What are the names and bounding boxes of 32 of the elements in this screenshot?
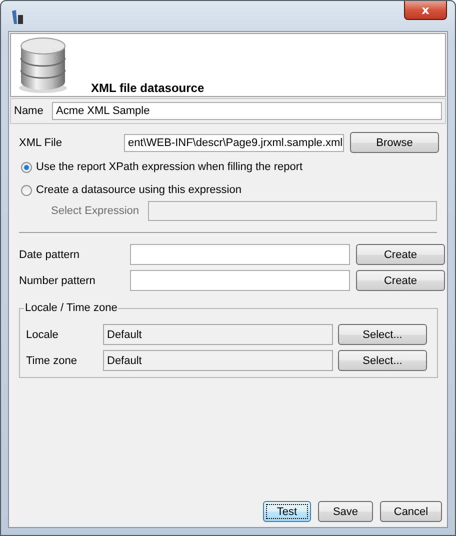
- dialog-heading: XML file datasource: [91, 81, 204, 95]
- radio-option[interactable]: Use the report XPath expression when filling the report: [21, 161, 437, 173]
- select-expression-label: Select Expression: [50, 205, 140, 217]
- close-button[interactable]: x: [404, 1, 447, 20]
- group-title: Locale / Time zone: [24, 302, 118, 314]
- pattern-label: Date pattern: [19, 248, 81, 260]
- app-icon: [10, 9, 24, 25]
- locale-value-field: Default: [103, 350, 333, 371]
- name-field[interactable]: Acme XML Sample: [52, 102, 442, 120]
- select-button[interactable]: Select...: [338, 324, 427, 345]
- create-button[interactable]: Create: [356, 270, 445, 291]
- radio-icon[interactable]: [21, 184, 32, 196]
- radio-option[interactable]: Create a datasource using this expression: [21, 184, 437, 196]
- xml-file-label: XML File: [19, 136, 63, 148]
- name-label: Name: [14, 105, 44, 117]
- radio-label: Create a datasource using this expression: [36, 184, 242, 196]
- radio-label: Use the report XPath expression when filling the report: [36, 161, 303, 173]
- dialog-button[interactable]: Cancel: [380, 501, 442, 522]
- dialog-button[interactable]: Save: [318, 501, 373, 522]
- locale-label: Locale: [26, 328, 60, 340]
- create-button[interactable]: Create: [356, 244, 445, 265]
- database-icon: [17, 36, 69, 94]
- pattern-field[interactable]: [130, 270, 350, 291]
- dialog-button[interactable]: Test: [263, 501, 311, 522]
- select-button[interactable]: Select...: [338, 350, 427, 371]
- locale-value-field: Default: [103, 324, 333, 345]
- browse-button[interactable]: Browse: [350, 132, 439, 153]
- radio-icon[interactable]: [21, 162, 32, 172]
- xml-file-field[interactable]: ent\WEB-INF\descr\Page9.jrxml.sample.xml: [124, 134, 344, 152]
- pattern-field[interactable]: [130, 244, 350, 265]
- locale-label: Time zone: [26, 354, 78, 366]
- pattern-label: Number pattern: [19, 274, 96, 286]
